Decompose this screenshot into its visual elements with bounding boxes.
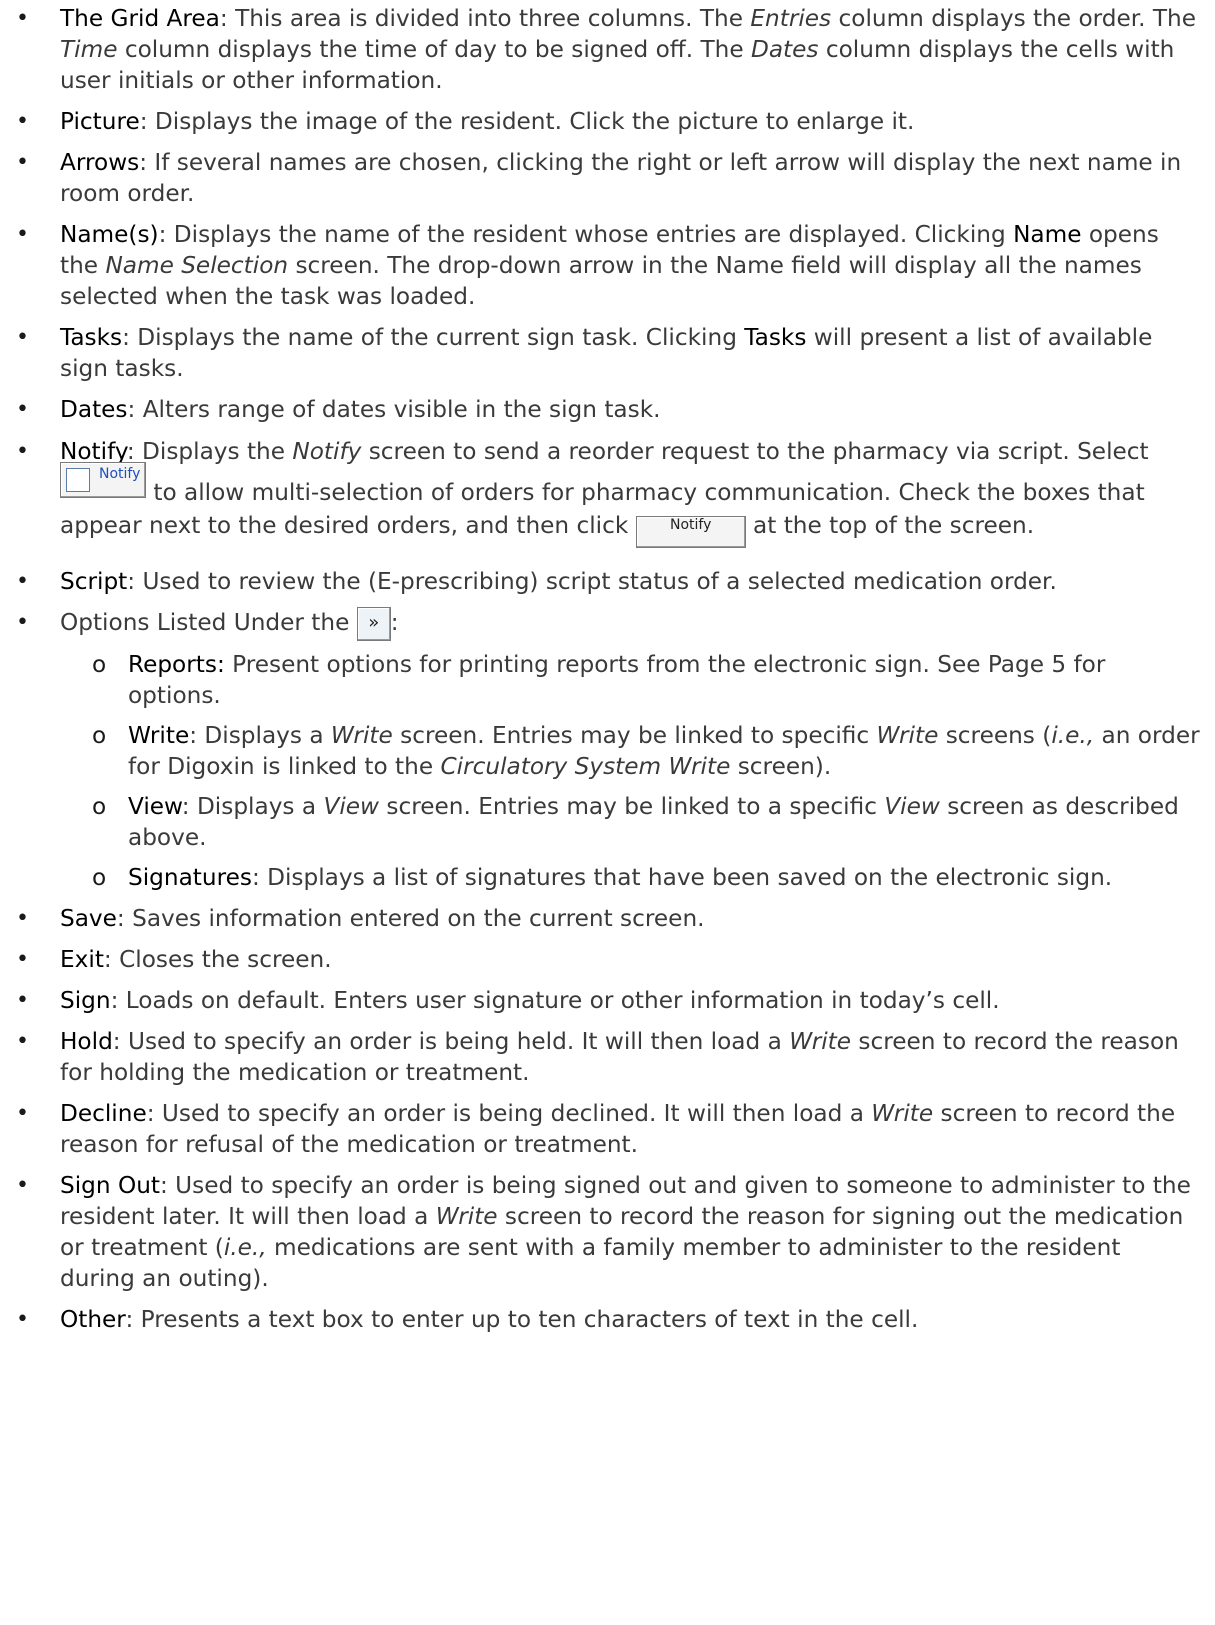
list-item-notify: Notify: Displays the Notify screen to se… [0, 435, 1215, 556]
list-item-names: Name(s): Displays the name of the reside… [0, 219, 1215, 312]
emph: Write [330, 722, 393, 749]
desc: : Closes the screen. [103, 946, 332, 973]
list-item-script: Script: Used to review the (E-prescribin… [0, 566, 1215, 597]
desc: at the top of the screen. [745, 512, 1035, 539]
term: Signatures [128, 864, 252, 891]
term: Other [60, 1306, 126, 1333]
emph: Notify [292, 438, 362, 465]
desc: screens ( [938, 722, 1052, 749]
emph: Circulatory System Write [440, 753, 731, 780]
emph: Write [876, 722, 939, 749]
list-item-arrows: Arrows: If several names are chosen, cli… [0, 147, 1215, 209]
emph: Time [60, 36, 118, 63]
desc: screen). [730, 753, 832, 780]
term: Notify [60, 438, 127, 465]
list-item-dates: Dates: Alters range of dates visible in … [0, 394, 1215, 425]
emph: Entries [750, 5, 832, 32]
desc: : [390, 609, 399, 636]
desc: : Displays a [189, 722, 331, 749]
desc: : Displays the image of the resident. Cl… [139, 108, 915, 135]
desc: : Loads on default. Enters user signatur… [110, 987, 1000, 1014]
term: Sign [60, 987, 111, 1014]
list-item-sign: Sign: Loads on default. Enters user sign… [0, 985, 1215, 1016]
term: Name(s) [60, 221, 159, 248]
notify-checkbox-label: Notify [99, 466, 141, 482]
sub-item-write: Write: Displays a Write screen. Entries … [60, 720, 1201, 782]
term: The Grid Area [60, 5, 220, 32]
list-item-decline: Decline: Used to specify an order is bei… [0, 1098, 1215, 1160]
term: Arrows [60, 149, 140, 176]
list-item-other: Other: Presents a text box to enter up t… [0, 1304, 1215, 1335]
double-chevron-right-icon[interactable]: » [356, 607, 391, 641]
emph: Write [871, 1100, 934, 1127]
emph: Write [789, 1028, 852, 1055]
list-item-exit: Exit: Closes the screen. [0, 944, 1215, 975]
term: Save [60, 905, 117, 932]
desc: column displays the time of day to be si… [117, 36, 751, 63]
emph: View [323, 793, 379, 820]
list-item-grid-area: The Grid Area: This area is divided into… [0, 3, 1215, 96]
desc: : If several names are chosen, clicking … [60, 149, 1182, 207]
emph: Write [435, 1203, 498, 1230]
desc: screen to send a reorder request to the … [361, 438, 1149, 465]
desc: : Saves information entered on the curre… [116, 905, 705, 932]
desc: : This area is divided into three column… [219, 5, 751, 32]
sub-item-signatures: Signatures: Displays a list of signature… [60, 862, 1201, 893]
term: Dates [60, 396, 128, 423]
options-sublist: Reports: Present options for printing re… [60, 649, 1201, 893]
term: Write [128, 722, 190, 749]
desc: Options Listed Under the [60, 609, 357, 636]
desc: : Displays the [126, 438, 293, 465]
term: Reports: [128, 651, 225, 678]
term: Picture [60, 108, 140, 135]
emph: i.e., [1051, 722, 1095, 749]
emph: Dates [750, 36, 819, 63]
list-item-save: Save: Saves information entered on the c… [0, 903, 1215, 934]
emph: i.e., [223, 1234, 267, 1261]
list-item-picture: Picture: Displays the image of the resid… [0, 106, 1215, 137]
sub-item-reports: Reports: Present options for printing re… [60, 649, 1201, 711]
list-item-options: Options Listed Under the »: Reports: Pre… [0, 607, 1215, 893]
desc: : Used to specify an order is being held… [112, 1028, 790, 1055]
desc: : Used to review the (E-prescribing) scr… [127, 568, 1057, 595]
list-item-sign-out: Sign Out: Used to specify an order is be… [0, 1170, 1215, 1294]
desc: : Displays the name of the current sign … [122, 324, 745, 351]
desc: : Displays the name of the resident whos… [158, 221, 1014, 248]
desc: screen. Entries may be linked to specifi… [392, 722, 877, 749]
list-item-tasks: Tasks: Displays the name of the current … [0, 322, 1215, 384]
term: Sign Out [60, 1172, 160, 1199]
term: Name [1013, 221, 1082, 248]
desc: : Displays a [181, 793, 324, 820]
desc: : Alters range of dates visible in the s… [127, 396, 661, 423]
sub-item-view: View: Displays a View screen. Entries ma… [60, 791, 1201, 853]
term: Tasks [60, 324, 123, 351]
term: Script [60, 568, 128, 595]
desc: : Displays a list of signatures that hav… [251, 864, 1113, 891]
desc: : Presents a text box to enter up to ten… [125, 1306, 919, 1333]
desc: : Used to specify an order is being decl… [146, 1100, 872, 1127]
checkbox-icon [66, 468, 90, 492]
desc: Present options for printing reports fro… [128, 651, 1106, 709]
term: Tasks [744, 324, 807, 351]
desc: screen. Entries may be linked to a speci… [379, 793, 885, 820]
notify-button[interactable]: Notify [635, 516, 746, 548]
list-item-hold: Hold: Used to specify an order is being … [0, 1026, 1215, 1088]
term: View [128, 793, 182, 820]
feature-list: The Grid Area: This area is divided into… [0, 3, 1215, 1335]
term: Decline [60, 1100, 147, 1127]
term: Hold [60, 1028, 113, 1055]
emph: Name Selection [105, 252, 289, 279]
notify-checkbox-button[interactable]: Notify [60, 462, 146, 498]
desc: column displays the order. The [831, 5, 1197, 32]
document-page: The Grid Area: This area is divided into… [0, 0, 1215, 1335]
emph: View [884, 793, 940, 820]
term: Exit [60, 946, 104, 973]
